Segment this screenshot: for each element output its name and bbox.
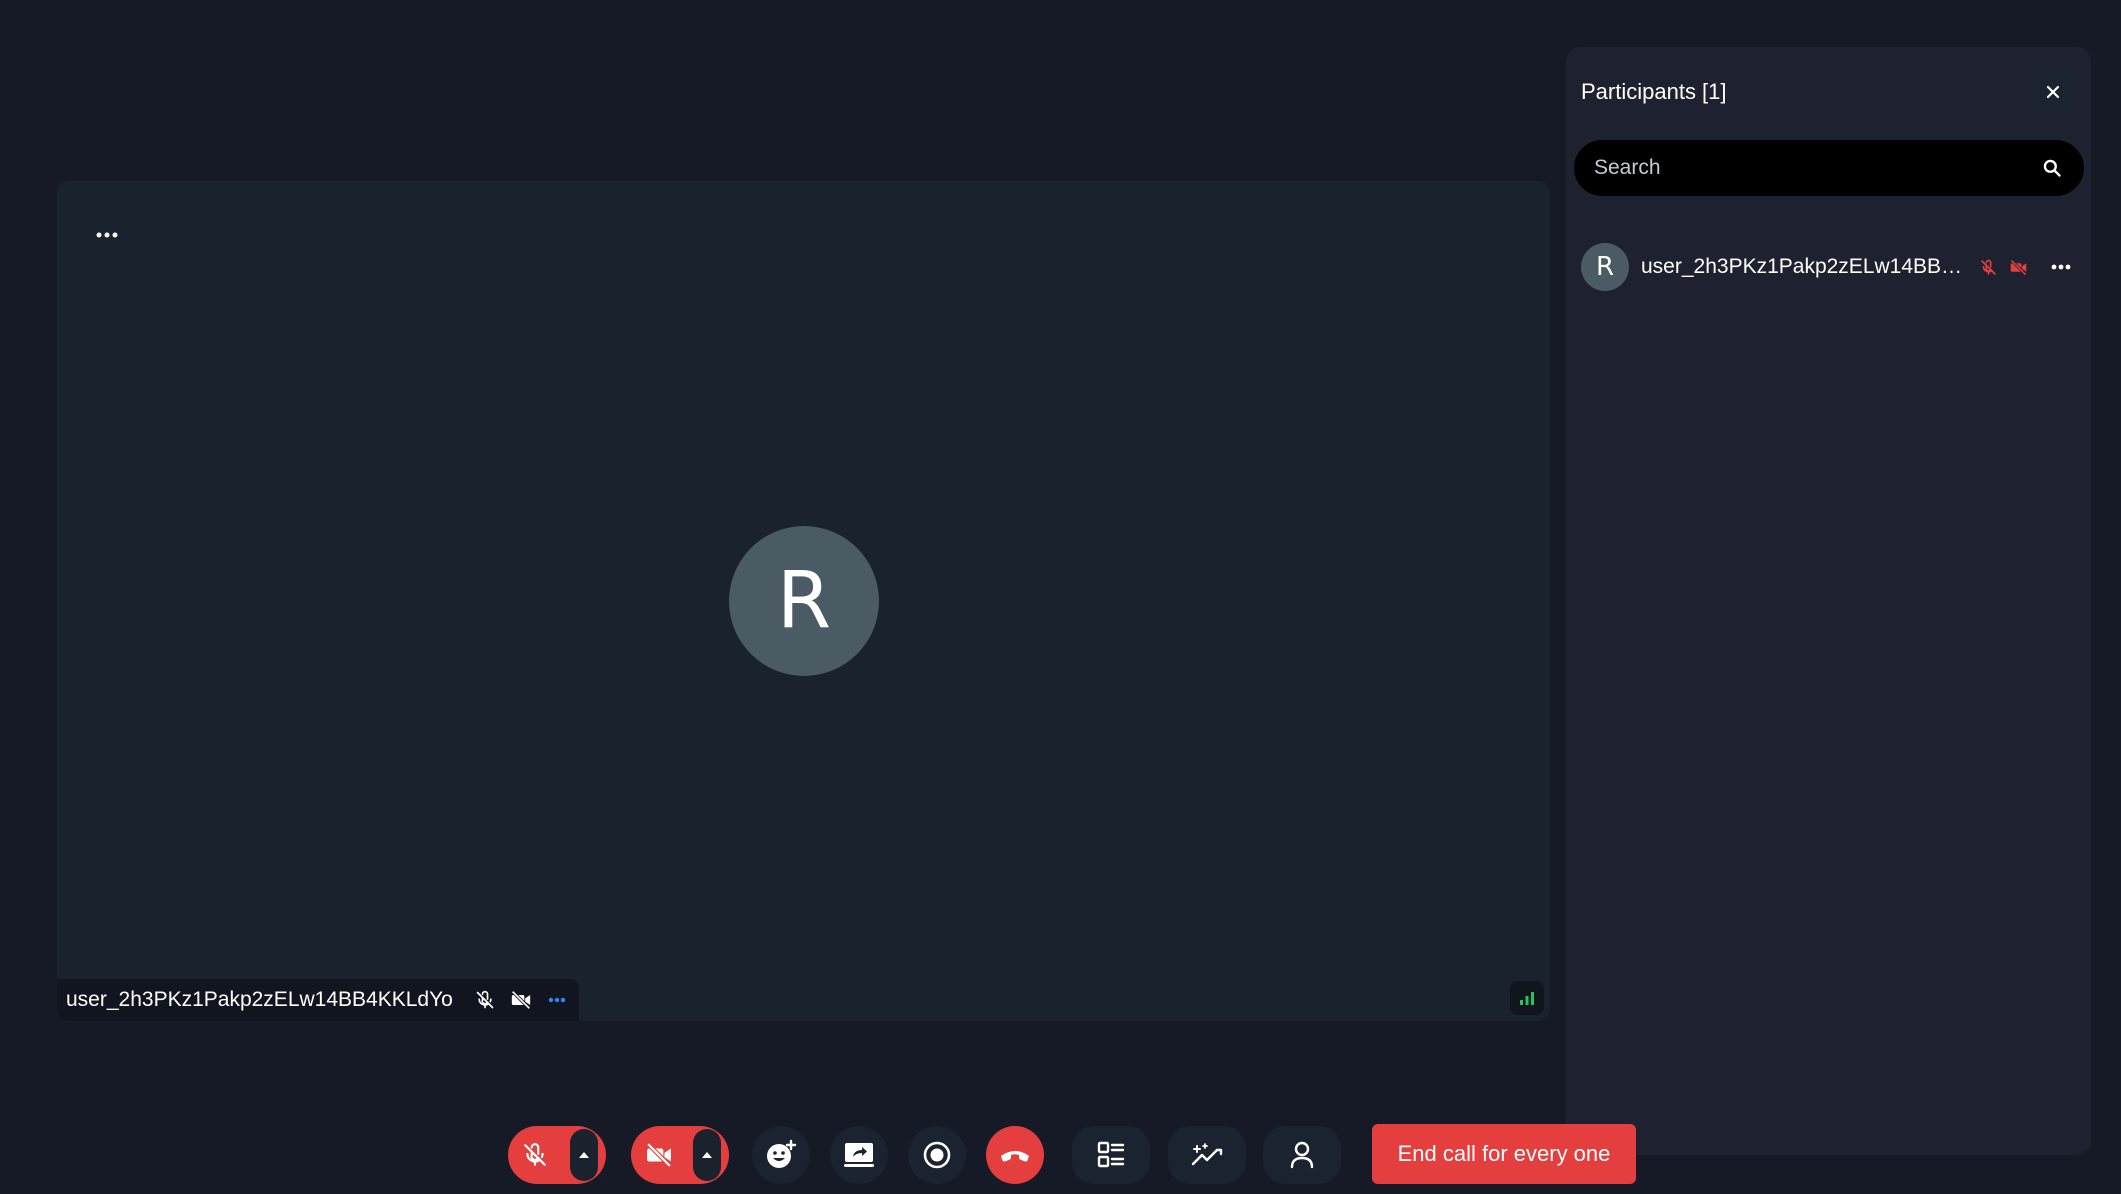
caret-up-icon — [702, 1152, 712, 1158]
participants-panel: Participants [1] R user_2h3PKz1Pakp2zELw… — [1566, 47, 2091, 1155]
layout-list-icon — [1097, 1141, 1125, 1168]
person-icon — [1290, 1141, 1314, 1169]
search-icon[interactable] — [2042, 158, 2062, 178]
end-call-for-everyone-button[interactable]: End call for every one — [1372, 1124, 1636, 1184]
search-input[interactable] — [1594, 156, 2042, 180]
camera-toggle-button[interactable] — [631, 1126, 729, 1184]
participant-more-button[interactable] — [545, 988, 569, 1012]
mic-off-icon — [1981, 259, 1996, 275]
network-quality-indicator[interactable] — [1510, 981, 1544, 1015]
participant-search — [1574, 140, 2084, 196]
avatar: R — [1581, 243, 1629, 291]
more-horizontal-icon — [96, 232, 118, 238]
sparkle-effects-icon — [1191, 1143, 1223, 1166]
video-off-icon — [645, 1142, 673, 1168]
participant-options-button[interactable] — [2044, 250, 2078, 284]
meeting-screen: R user_2h3PKz1Pakp2zELw14BB4KKLdYo Parti… — [0, 0, 2121, 1194]
close-icon — [2046, 85, 2060, 99]
more-horizontal-icon — [548, 997, 566, 1003]
screen-share-button[interactable] — [830, 1126, 888, 1184]
mic-off-icon — [473, 988, 497, 1012]
camera-options-button[interactable] — [689, 1126, 729, 1184]
more-horizontal-icon — [2051, 264, 2071, 270]
leave-call-button[interactable] — [986, 1126, 1044, 1184]
video-off-icon — [509, 988, 533, 1012]
effects-button[interactable] — [1168, 1126, 1246, 1184]
participant-name-bar: user_2h3PKz1Pakp2zELw14BB4KKLdYo — [57, 979, 579, 1021]
reactions-button[interactable] — [752, 1126, 810, 1184]
record-icon — [923, 1141, 951, 1169]
panel-title: Participants [1] — [1581, 79, 1727, 104]
video-off-icon — [2010, 258, 2027, 276]
screen-share-icon — [844, 1143, 874, 1167]
caret-up-icon — [579, 1152, 589, 1158]
mic-toggle-button[interactable] — [508, 1126, 606, 1184]
avatar-initial: R — [1595, 252, 1615, 282]
signal-bars-icon — [1520, 992, 1534, 1005]
mic-off-icon — [522, 1142, 548, 1168]
participant-status-icons — [1980, 258, 2028, 276]
close-panel-button[interactable] — [2032, 71, 2074, 113]
participant-list-item: R user_2h3PKz1Pakp2zELw14BB4K... — [1581, 242, 2078, 292]
participant-avatar: R — [729, 526, 879, 676]
video-tile: R user_2h3PKz1Pakp2zELw14BB4KKLdYo — [57, 181, 1550, 1021]
record-button[interactable] — [908, 1126, 966, 1184]
layout-button[interactable] — [1072, 1126, 1150, 1184]
hang-up-icon — [1001, 1151, 1029, 1162]
avatar-initial: R — [776, 556, 832, 646]
participant-list-name: user_2h3PKz1Pakp2zELw14BB4K... — [1641, 255, 1966, 278]
mic-options-button[interactable] — [566, 1126, 606, 1184]
participant-name: user_2h3PKz1Pakp2zELw14BB4KKLdYo — [66, 988, 453, 1011]
participants-button[interactable] — [1263, 1126, 1341, 1184]
emoji-add-icon — [767, 1139, 797, 1168]
tile-more-button[interactable] — [85, 217, 129, 253]
